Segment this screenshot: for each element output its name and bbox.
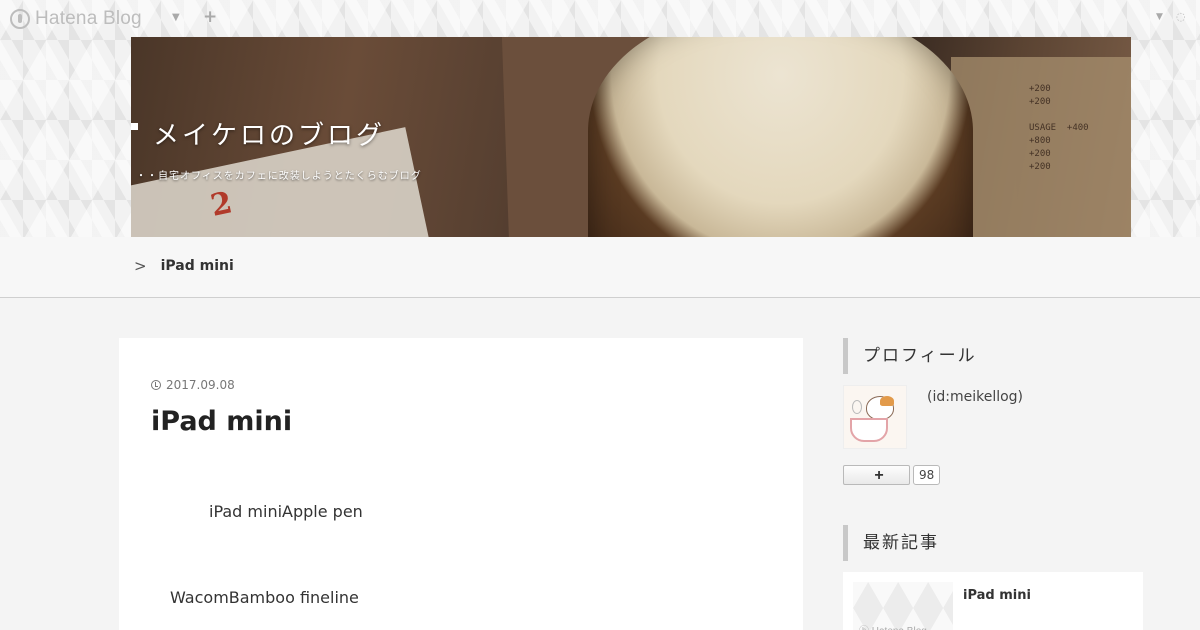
- chevron-down-icon[interactable]: ▼: [172, 12, 180, 23]
- breadcrumb-separator: >: [134, 257, 147, 275]
- sidebar-heading-profile: プロフィール: [843, 338, 1143, 374]
- breadcrumb: > iPad mini: [134, 257, 234, 275]
- cup-icon: [850, 418, 888, 442]
- plus-icon[interactable]: +: [203, 7, 217, 27]
- hatena-thumb-logo: ⓗ Hatena Blog: [859, 622, 927, 630]
- follower-count[interactable]: 98: [913, 465, 941, 485]
- entry-title[interactable]: iPad mini: [151, 406, 791, 437]
- entry-paragraph: iPad miniApple pen: [209, 502, 363, 521]
- banner-photo-cup: [588, 37, 973, 237]
- hatena-logo-text: Hatena Blog: [35, 8, 142, 29]
- entry-date[interactable]: 2017.09.08: [151, 378, 235, 392]
- hatena-logo-icon: [10, 9, 30, 29]
- sidebar-heading-recent: 最新記事: [843, 525, 1143, 561]
- global-header: Hatena Blog ▼ + ▼ ◌: [0, 0, 1200, 37]
- hatena-blog-logo[interactable]: Hatena Blog: [10, 8, 142, 30]
- breadcrumb-bar: > iPad mini: [0, 237, 1200, 298]
- banner-photo-menu: +200 +200 USAGE +400 +800 +200 +200: [951, 57, 1131, 237]
- recent-entry-thumbnail[interactable]: ⓗ Hatena Blog: [853, 582, 953, 630]
- follow-button[interactable]: +: [843, 465, 910, 485]
- steam-icon: [852, 400, 862, 414]
- recent-entry-title[interactable]: iPad mini: [963, 588, 1031, 603]
- blog-header-banner[interactable]: 2 +200 +200 USAGE +400 +800 +200 +200 メイ…: [131, 37, 1131, 237]
- entry-card: 2017.09.08 iPad mini iPad miniApple pen …: [119, 338, 803, 630]
- banner-menu-text: +200 +200 USAGE +400 +800 +200 +200: [1029, 84, 1089, 172]
- profile-id[interactable]: (id:meikellog): [927, 389, 1023, 405]
- entry-title-text: iPad mini: [151, 406, 293, 437]
- user-menu-chevron-icon[interactable]: ▼: [1156, 12, 1163, 22]
- notification-icon[interactable]: ◌: [1176, 10, 1186, 23]
- blog-description: ・・自宅オフィスをカフェに改装しようとたくらむブログ: [136, 171, 422, 182]
- clock-icon: [151, 380, 161, 390]
- entry-paragraph: WacomBamboo fineline: [170, 588, 359, 607]
- breadcrumb-item-category[interactable]: iPad mini: [161, 258, 234, 274]
- recent-entries: ⓗ Hatena Blog iPad mini: [843, 572, 1143, 630]
- profile-avatar[interactable]: [843, 385, 907, 449]
- cat-patch: [880, 396, 894, 406]
- entry-date-text: 2017.09.08: [166, 378, 235, 392]
- blog-title[interactable]: メイケロのブログ: [153, 115, 385, 152]
- title-mark: [131, 123, 138, 130]
